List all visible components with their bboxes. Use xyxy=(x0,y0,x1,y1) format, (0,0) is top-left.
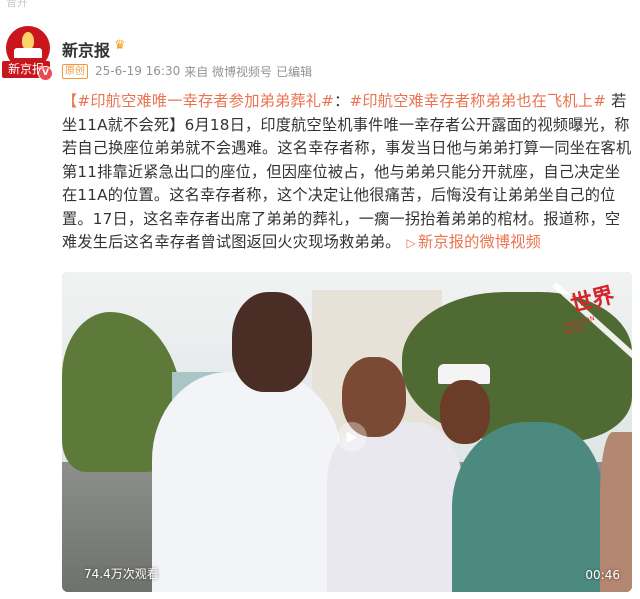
news-watermark: 世界 HORIZON NEWS xyxy=(552,272,632,361)
top-partial-strip: 音开 xyxy=(0,0,640,8)
video-link[interactable]: ▷ 新京报的微博视频 xyxy=(401,233,542,251)
play-icon[interactable]: ▶ xyxy=(337,422,367,452)
verified-icon: V xyxy=(38,66,53,81)
view-count: 74.4万次观看 xyxy=(84,567,159,581)
post-body: 若坐11A就不会死】6月18日，印度航空坠机事件唯一幸存者公开露面的视频曝光，称… xyxy=(62,92,632,251)
post-source[interactable]: 来自 微博视频号 xyxy=(184,63,272,80)
post-meta: 原创 25-6-19 16:30 来自 微博视频号 已编辑 xyxy=(62,63,312,79)
avatar[interactable]: 新京报 V xyxy=(2,26,53,81)
top-partial-text: 音开 xyxy=(6,0,28,8)
crown-icon: ♛ xyxy=(114,38,126,53)
video-link-label: 新京报的微博视频 xyxy=(417,233,542,251)
post-text: 【#印航空难唯一幸存者参加弟弟葬礼#：#印航空难幸存者称弟弟也在飞机上# 若坐1… xyxy=(62,90,634,256)
author-name[interactable]: 新京报 xyxy=(62,37,110,61)
video-player[interactable]: 世界 HORIZON NEWS ▶ 74.4万次观看 00:46 xyxy=(62,272,632,592)
original-badge: 原创 xyxy=(62,63,88,79)
topic-link-1[interactable]: 【#印航空难唯一幸存者参加弟弟葬礼# xyxy=(62,92,334,110)
edited-label: 已编辑 xyxy=(276,64,313,79)
topic-separator: ： xyxy=(334,92,350,110)
topic-link-2[interactable]: #印航空难幸存者称弟弟也在飞机上# xyxy=(349,92,606,110)
timestamp[interactable]: 25-6-19 16:30 xyxy=(95,64,180,78)
play-circle-icon: ▷ xyxy=(406,236,416,250)
video-duration: 00:46 xyxy=(585,568,620,582)
